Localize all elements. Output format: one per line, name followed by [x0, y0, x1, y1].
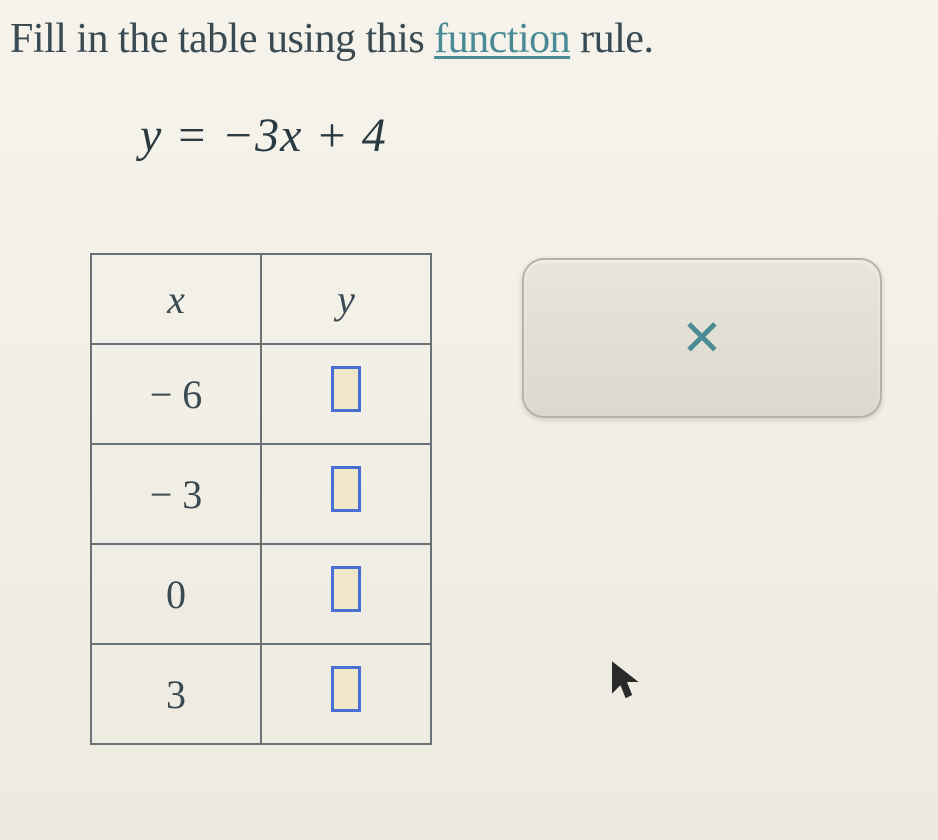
equation-text: y = −3x + 4	[140, 108, 938, 163]
x-value: 0	[91, 544, 261, 644]
instruction-text: Fill in the table using this function ru…	[10, 15, 938, 63]
y-input[interactable]	[331, 366, 361, 412]
y-input-cell	[261, 444, 431, 544]
y-input[interactable]	[331, 666, 361, 712]
x-value: 3	[91, 644, 261, 744]
table-header-row: x y	[91, 254, 431, 344]
instruction-suffix: rule.	[570, 16, 653, 62]
content-row: x y − 6 − 3 0 3 ✕	[90, 253, 938, 745]
table-row: 3	[91, 644, 431, 744]
y-input-cell	[261, 344, 431, 444]
instruction-prefix: Fill in the table using this	[10, 16, 434, 62]
y-input-cell	[261, 644, 431, 744]
header-x: x	[91, 254, 261, 344]
x-value: − 3	[91, 444, 261, 544]
x-value: − 6	[91, 344, 261, 444]
y-input[interactable]	[331, 466, 361, 512]
table-row: − 3	[91, 444, 431, 544]
header-y: y	[261, 254, 431, 344]
y-input[interactable]	[331, 566, 361, 612]
tool-panel: ✕	[522, 258, 882, 418]
close-icon[interactable]: ✕	[681, 309, 723, 367]
table-row: − 6	[91, 344, 431, 444]
function-table: x y − 6 − 3 0 3	[90, 253, 432, 745]
table-row: 0	[91, 544, 431, 644]
y-input-cell	[261, 544, 431, 644]
function-link[interactable]: function	[434, 16, 570, 62]
